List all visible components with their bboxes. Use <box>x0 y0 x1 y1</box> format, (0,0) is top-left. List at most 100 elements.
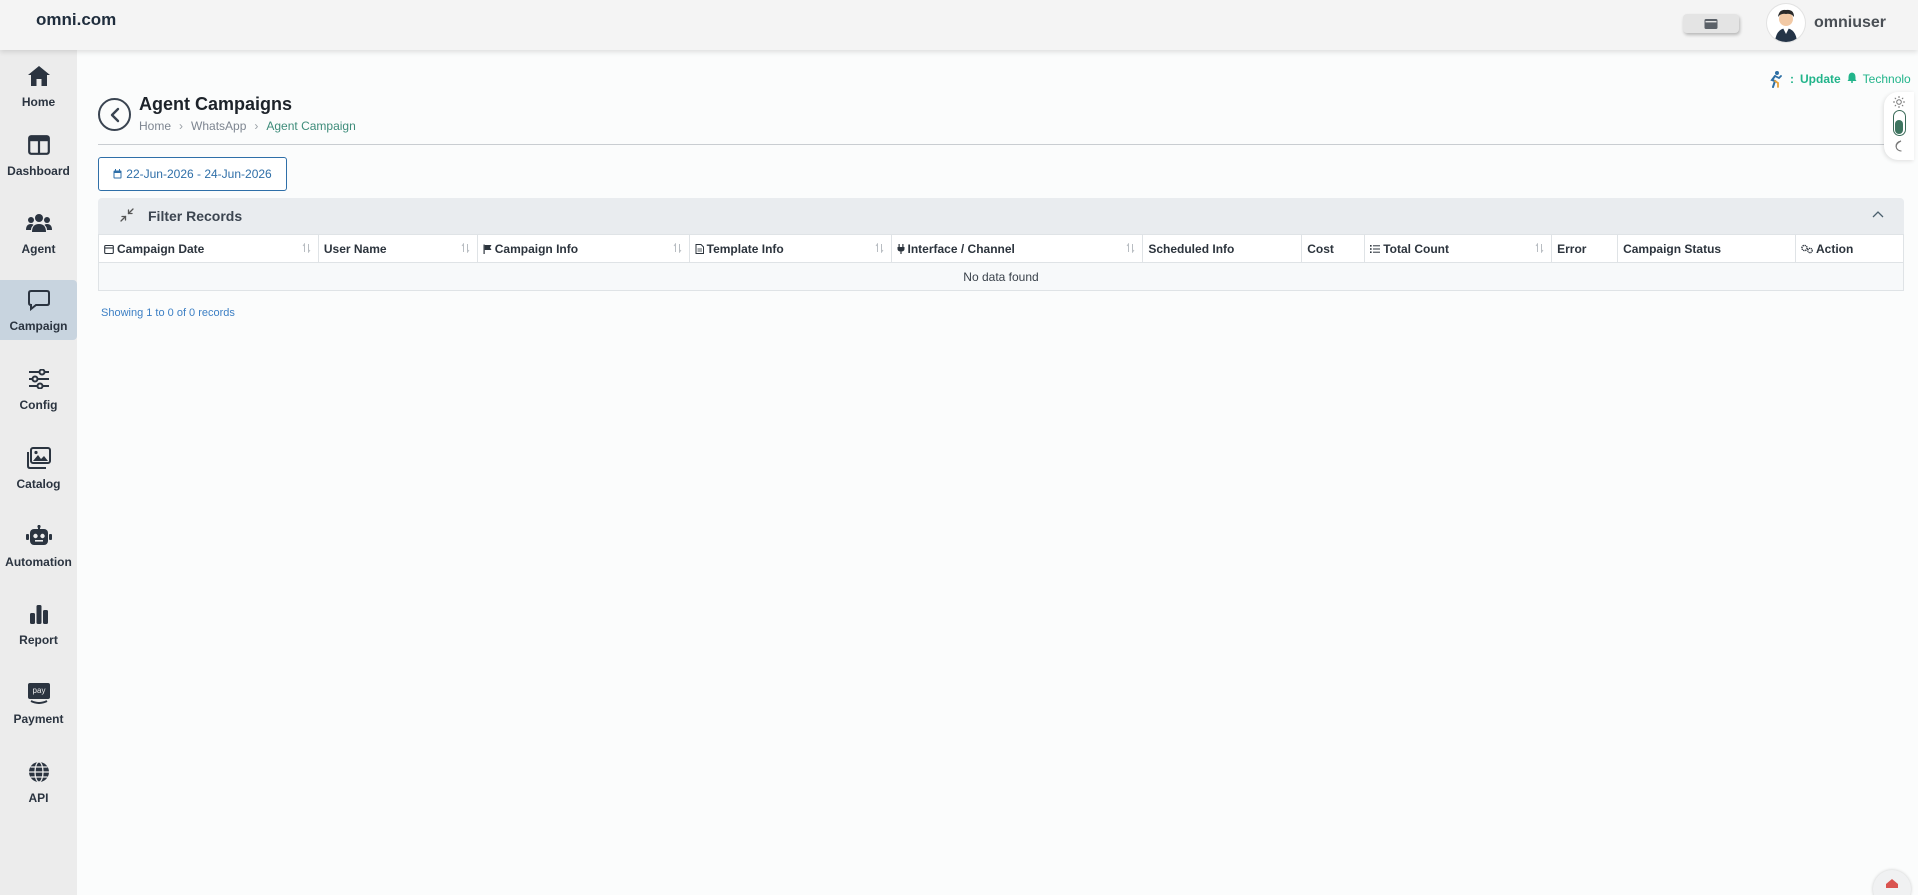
column-label: Campaign Status <box>1623 241 1722 256</box>
update-notice[interactable]: : Update Technolo <box>1766 70 1911 88</box>
running-man-icon <box>1770 71 1782 88</box>
breadcrumb-whatsapp[interactable]: WhatsApp <box>191 119 246 133</box>
breadcrumb-current: Agent Campaign <box>266 119 356 133</box>
sidebar-item-campaign[interactable]: Campaign <box>0 280 77 340</box>
chevron-right-icon: › <box>179 119 184 133</box>
robot-icon <box>25 523 52 549</box>
chevron-up-icon[interactable] <box>1872 210 1884 218</box>
sidebar-item-label: Campaign <box>9 319 68 333</box>
sidebar: Home Dashboard Agent Campaign Config Cat… <box>0 50 77 895</box>
column-scheduled-info[interactable]: Scheduled Info <box>1142 234 1303 263</box>
compress-icon <box>120 208 134 222</box>
column-label: Campaign Date <box>117 241 205 256</box>
column-label: Campaign Info <box>494 241 579 256</box>
top-bar: omni.com omniuser <box>0 0 1918 50</box>
chat-icon <box>26 287 52 313</box>
column-cost[interactable]: Cost <box>1301 234 1366 263</box>
theme-toggle[interactable] <box>1884 92 1914 160</box>
column-template-info[interactable]: Template Info <box>688 234 892 263</box>
file-icon <box>695 243 704 254</box>
column-label: Action <box>1815 241 1854 256</box>
dashboard-icon <box>26 132 52 158</box>
sidebar-item-home[interactable]: Home <box>0 56 77 116</box>
page-title: Agent Campaigns <box>139 94 293 114</box>
bar-chart-icon <box>26 601 52 627</box>
sidebar-item-label: Dashboard <box>7 164 70 178</box>
sidebar-item-label: Agent <box>21 242 56 256</box>
pay-icon: pay <box>26 680 52 706</box>
column-campaign-info[interactable]: Campaign Info <box>476 234 690 263</box>
sort-icon[interactable] <box>673 243 682 253</box>
sidebar-item-label: API <box>28 791 49 805</box>
column-total-count[interactable]: Total Count <box>1364 234 1553 263</box>
empty-table-message: No data found <box>98 262 1904 291</box>
sort-icon[interactable] <box>1126 243 1135 253</box>
column-user-name[interactable]: User Name <box>317 234 478 263</box>
column-label: Total Count <box>1383 241 1449 256</box>
home-icon <box>26 63 52 89</box>
campaigns-table: Campaign Date User Name Campaign Info Te… <box>98 234 1905 291</box>
column-campaign-status[interactable]: Campaign Status <box>1617 234 1796 263</box>
column-label: Template Info <box>706 241 784 256</box>
notice-company: Technolo <box>1862 72 1911 86</box>
sidebar-item-label: Config <box>19 398 58 412</box>
plug-icon <box>897 243 904 254</box>
sort-icon[interactable] <box>875 243 884 253</box>
chevron-left-icon <box>110 107 119 122</box>
sun-icon <box>1893 96 1905 108</box>
table-row: No data found <box>98 262 1904 291</box>
floating-help-button[interactable] <box>1873 870 1911 895</box>
toggle-knob <box>1895 120 1903 134</box>
images-icon <box>26 445 52 471</box>
filter-records-title: Filter Records <box>148 208 243 224</box>
wallet-icon <box>1704 18 1718 29</box>
notice-prefix: : <box>1790 72 1794 86</box>
avatar[interactable] <box>1767 4 1805 42</box>
sidebar-item-label: Home <box>21 95 56 109</box>
column-label: User Name <box>323 241 387 256</box>
column-action[interactable]: Action <box>1794 234 1905 263</box>
moon-icon <box>1895 140 1902 152</box>
column-campaign-date[interactable]: Campaign Date <box>98 234 319 263</box>
wallet-button[interactable] <box>1683 14 1739 33</box>
sidebar-item-api[interactable]: API <box>0 752 77 812</box>
date-range-value: 22-Jun-2026 - 24-Jun-2026 <box>126 167 272 181</box>
records-summary: Showing 1 to 0 of 0 records <box>101 307 235 319</box>
username[interactable]: omniuser <box>1814 14 1886 32</box>
breadcrumb: Home › WhatsApp › Agent Campaign <box>139 119 356 133</box>
sidebar-item-dashboard[interactable]: Dashboard <box>0 125 77 185</box>
filter-records-panel[interactable]: Filter Records <box>98 198 1904 234</box>
chevron-right-icon: › <box>254 119 259 133</box>
date-range-picker[interactable]: 22-Jun-2026 - 24-Jun-2026 <box>98 157 287 191</box>
column-label: Interface / Channel <box>907 241 1015 256</box>
sidebar-item-payment[interactable]: pay Payment <box>0 673 77 733</box>
sidebar-item-label: Catalog <box>16 477 61 491</box>
list-icon <box>1370 244 1381 253</box>
breadcrumb-home[interactable]: Home <box>139 119 171 133</box>
globe-icon <box>26 759 52 785</box>
sidebar-item-automation[interactable]: Automation <box>0 516 77 576</box>
calendar-icon <box>104 244 114 254</box>
sort-icon[interactable] <box>1535 243 1544 253</box>
column-error[interactable]: Error <box>1551 234 1619 263</box>
sidebar-item-report[interactable]: Report <box>0 594 77 654</box>
calendar-icon <box>113 169 122 179</box>
sort-icon[interactable] <box>302 243 311 253</box>
sidebar-item-label: Report <box>19 633 58 647</box>
sort-icon[interactable] <box>461 243 470 253</box>
sidebar-item-config[interactable]: Config <box>0 359 77 419</box>
notice-update-label: Update <box>1800 72 1841 86</box>
column-interface-channel[interactable]: Interface / Channel <box>890 234 1144 263</box>
sidebar-item-catalog[interactable]: Catalog <box>0 438 77 498</box>
gears-icon <box>1801 244 1813 253</box>
sidebar-item-agent[interactable]: Agent <box>0 203 77 263</box>
back-button[interactable] <box>98 98 131 131</box>
brand-logo[interactable]: omni.com <box>36 10 116 30</box>
toggle-switch[interactable] <box>1893 110 1906 136</box>
bell-icon <box>1847 72 1857 86</box>
house-icon <box>1886 879 1898 888</box>
sliders-icon <box>26 366 52 392</box>
users-icon <box>25 210 52 236</box>
flag-icon <box>483 244 492 254</box>
sidebar-item-label: Payment <box>13 712 64 726</box>
